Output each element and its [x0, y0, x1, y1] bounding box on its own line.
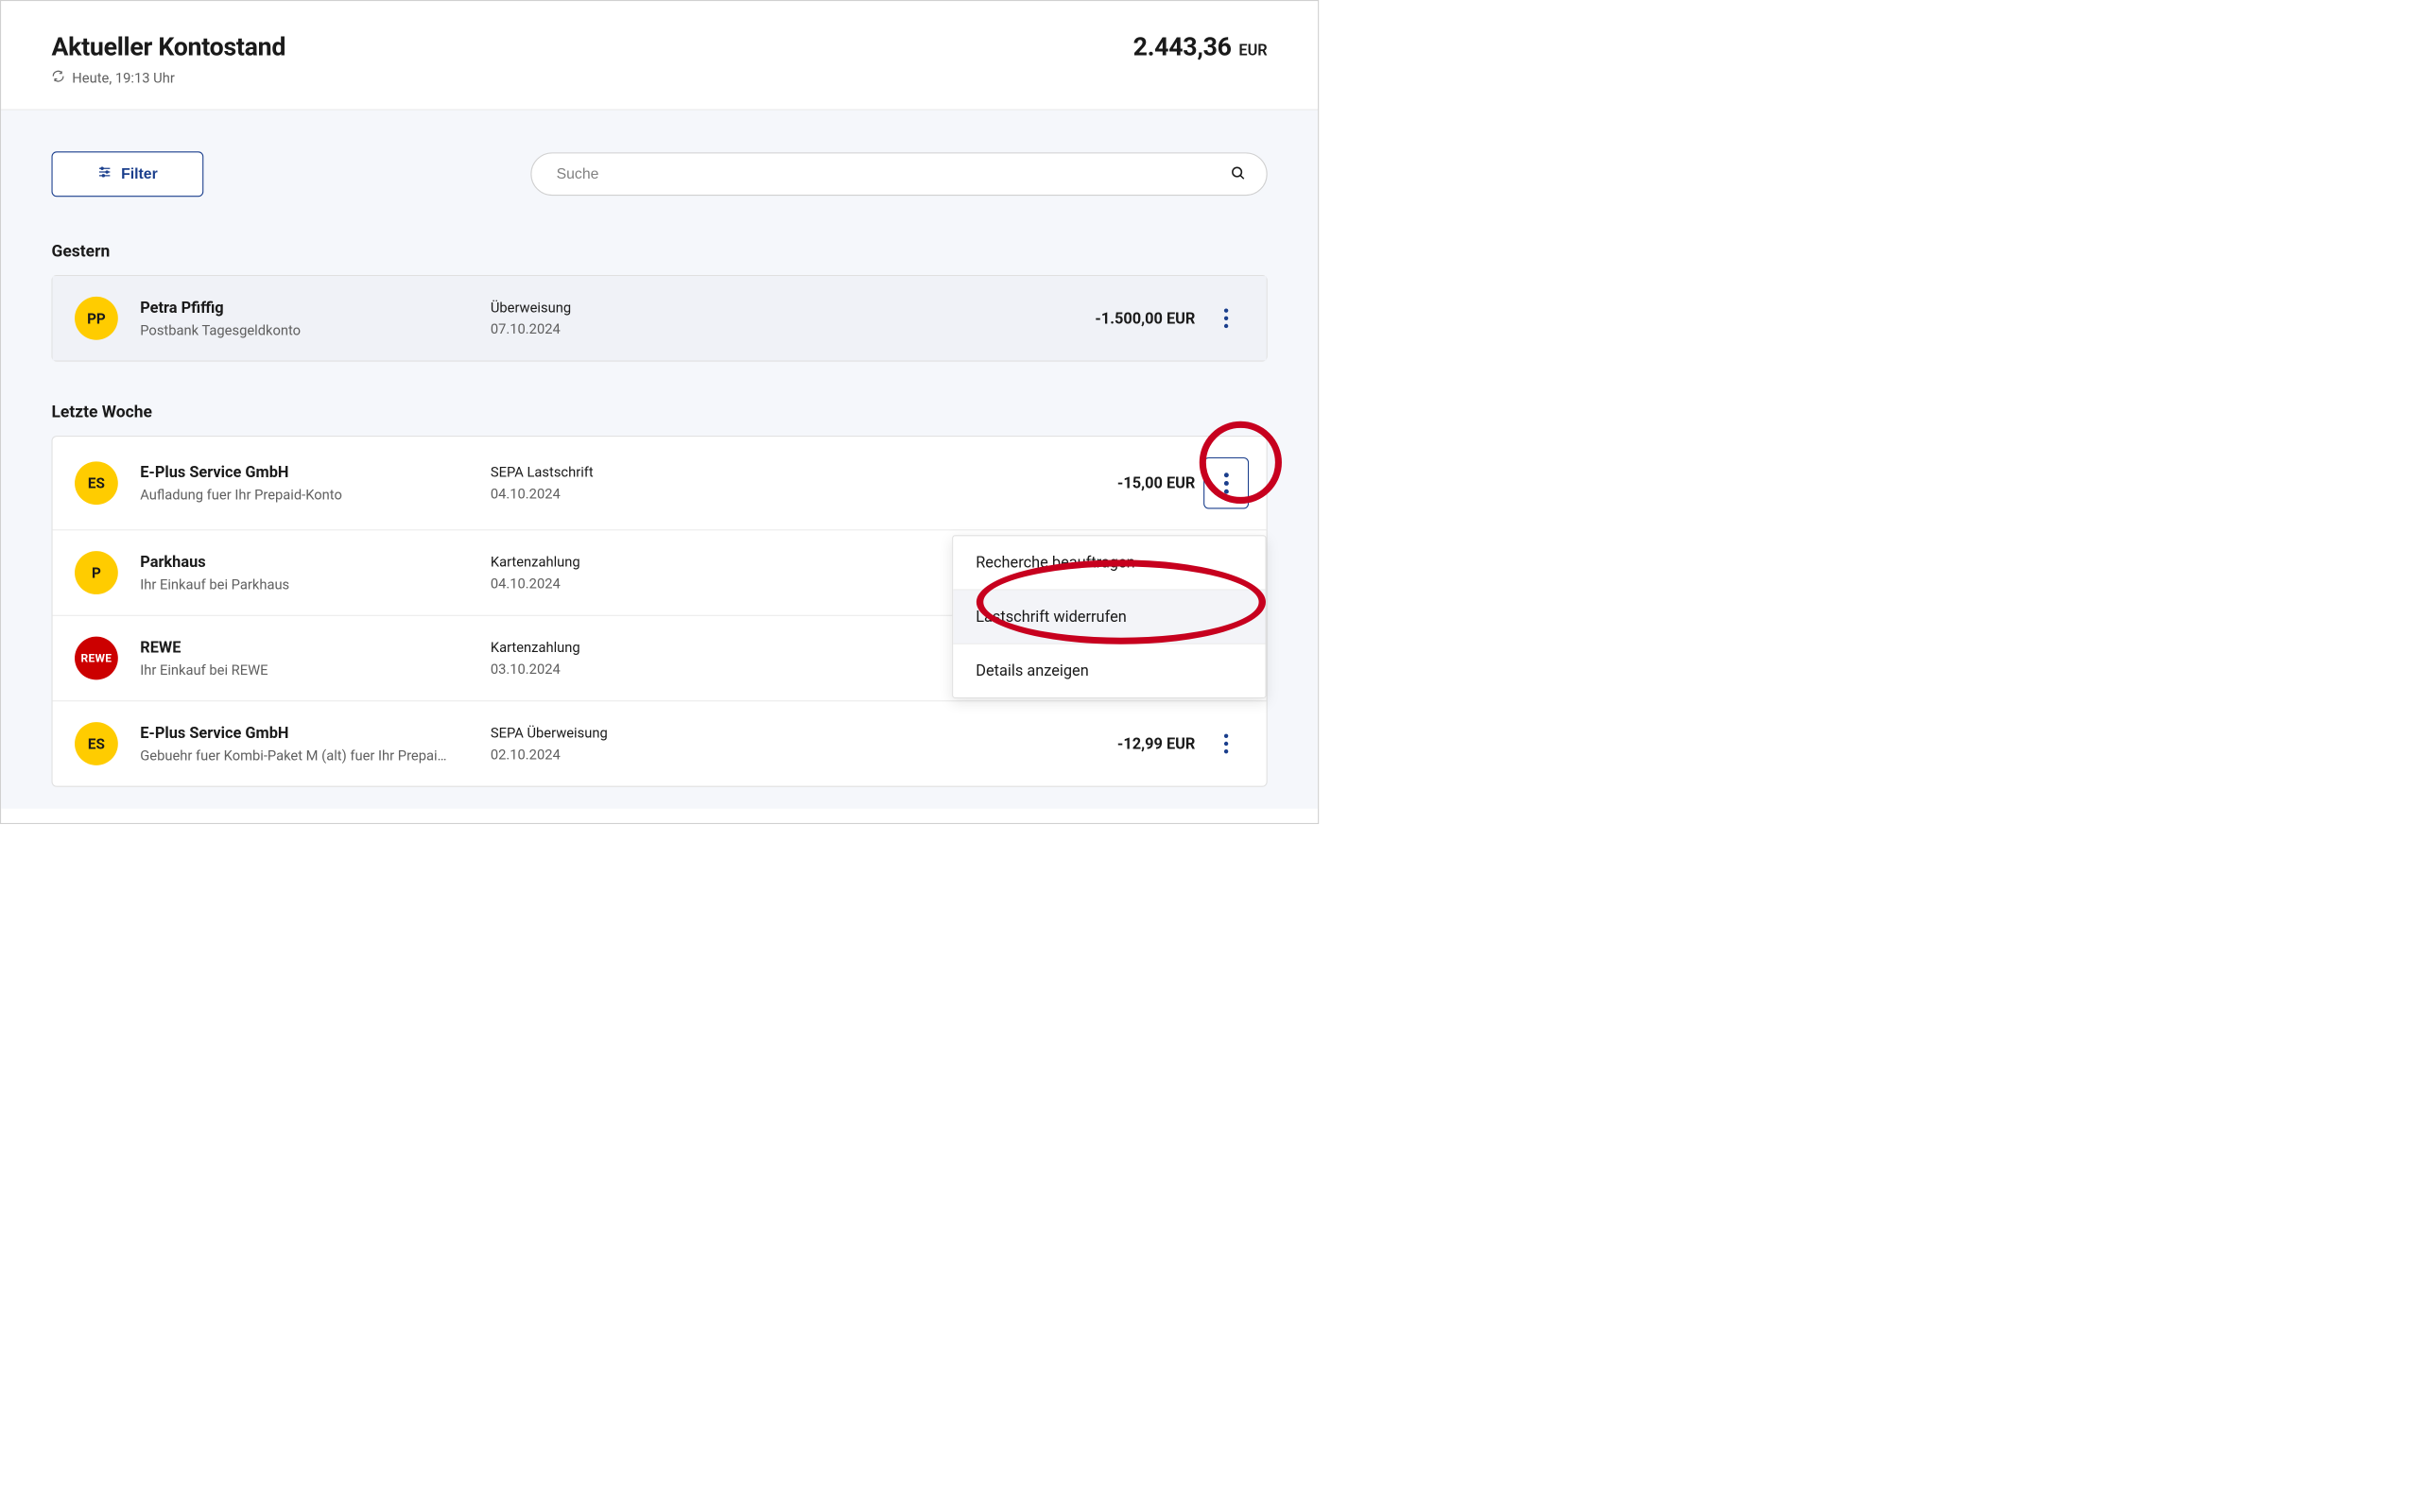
transaction-row[interactable]: ES E-Plus Service GmbH Gebuehr fuer Komb…: [53, 701, 1267, 785]
filter-button[interactable]: Filter: [52, 151, 204, 197]
transaction-type: SEPA Lastschrift: [491, 464, 1020, 480]
transaction-subtitle: Gebuehr fuer Kombi-Paket M (alt) fuer Ih…: [140, 747, 491, 764]
context-menu-item-revoke[interactable]: Lastschrift widerrufen: [953, 590, 1265, 644]
transaction-date: 04.10.2024: [491, 576, 1020, 592]
transaction-actions-button[interactable]: [1203, 457, 1249, 509]
transaction-date: 07.10.2024: [491, 321, 1020, 337]
balance: 2.443,36 EUR: [1133, 32, 1268, 61]
transaction-type: Kartenzahlung: [491, 639, 1020, 655]
avatar: PP: [75, 297, 118, 340]
section-header-lastweek: Letzte Woche: [52, 402, 1268, 421]
search-input[interactable]: [557, 165, 1231, 182]
controls-row: Filter: [52, 151, 1268, 197]
transaction-type: SEPA Überweisung: [491, 725, 1020, 741]
transaction-subtitle: Ihr Einkauf bei Parkhaus: [140, 576, 491, 593]
transaction-amount: -12,99 EUR: [1020, 734, 1195, 752]
transaction-subtitle: Aufladung fuer Ihr Prepaid-Konto: [140, 487, 491, 503]
transaction-type: Kartenzahlung: [491, 554, 1020, 570]
transaction-actions-button[interactable]: [1211, 729, 1241, 759]
transaction-row[interactable]: ES E-Plus Service GmbH Aufladung fuer Ih…: [53, 437, 1267, 530]
context-menu: Recherche beauftragen Lastschrift widerr…: [952, 535, 1266, 698]
filter-label: Filter: [121, 165, 158, 182]
timestamp-row: Heute, 19:13 Uhr: [52, 70, 286, 87]
context-menu-item-research[interactable]: Recherche beauftragen: [953, 536, 1265, 590]
search-field-wrap[interactable]: [530, 152, 1267, 196]
transaction-amount: -15,00 EUR: [1020, 474, 1195, 492]
avatar: ES: [75, 722, 118, 765]
transaction-name: Parkhaus: [140, 553, 491, 571]
context-menu-item-details[interactable]: Details anzeigen: [953, 644, 1265, 697]
transaction-actions-button[interactable]: [1211, 303, 1241, 334]
filter-icon: [97, 164, 112, 183]
kebab-icon: [1224, 472, 1229, 493]
timestamp-text: Heute, 19:13 Uhr: [72, 70, 175, 86]
kebab-icon: [1224, 734, 1228, 754]
transaction-subtitle: Postbank Tagesgeldkonto: [140, 321, 491, 337]
transaction-list-yesterday: PP Petra Pfiffig Postbank Tagesgeldkonto…: [52, 275, 1268, 362]
avatar: REWE: [75, 637, 118, 680]
transaction-name: E-Plus Service GmbH: [140, 463, 491, 481]
search-icon[interactable]: [1230, 165, 1245, 183]
transaction-name: E-Plus Service GmbH: [140, 724, 491, 742]
transaction-list-lastweek: ES E-Plus Service GmbH Aufladung fuer Ih…: [52, 436, 1268, 787]
page-title: Aktueller Kontostand: [52, 32, 286, 61]
account-header: Aktueller Kontostand Heute, 19:13 Uhr 2.…: [1, 1, 1318, 111]
transaction-row[interactable]: PP Petra Pfiffig Postbank Tagesgeldkonto…: [53, 276, 1267, 360]
transaction-name: Petra Pfiffig: [140, 299, 491, 317]
transaction-name: REWE: [140, 639, 491, 657]
refresh-icon[interactable]: [52, 70, 65, 87]
transaction-subtitle: Ihr Einkauf bei REWE: [140, 662, 491, 678]
balance-amount: 2.443,36: [1133, 32, 1232, 61]
transaction-date: 02.10.2024: [491, 747, 1020, 763]
avatar: P: [75, 551, 118, 594]
transaction-date: 03.10.2024: [491, 661, 1020, 677]
kebab-icon: [1224, 308, 1228, 328]
avatar: ES: [75, 461, 118, 505]
section-header-yesterday: Gestern: [52, 241, 1268, 261]
balance-currency: EUR: [1238, 42, 1267, 60]
transaction-type: Überweisung: [491, 300, 1020, 316]
transaction-date: 04.10.2024: [491, 486, 1020, 502]
transaction-amount: -1.500,00 EUR: [1020, 309, 1195, 327]
